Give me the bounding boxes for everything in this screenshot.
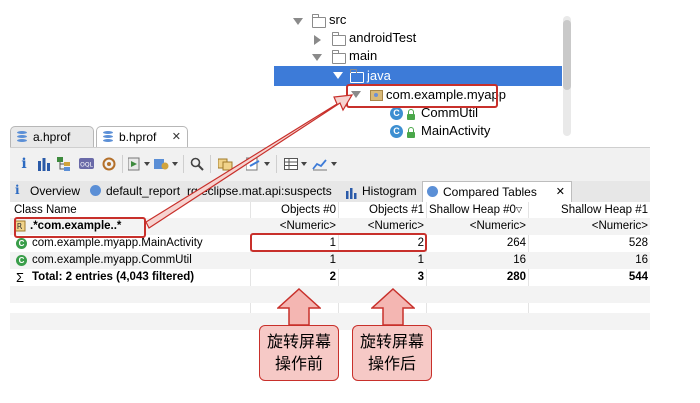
- connector-arrow: [145, 94, 354, 229]
- up-arrow-after: [371, 288, 415, 326]
- callout-before-rotation: 旋转屏幕 操作前: [259, 325, 339, 381]
- callout-line: 旋转屏幕: [359, 332, 424, 351]
- callout-line: 操作后: [367, 354, 416, 373]
- up-arrow-before: [277, 288, 321, 326]
- callout-after-rotation: 旋转屏幕 操作后: [352, 325, 432, 381]
- callout-line: 操作前: [274, 354, 323, 373]
- callout-line: 旋转屏幕: [266, 332, 331, 351]
